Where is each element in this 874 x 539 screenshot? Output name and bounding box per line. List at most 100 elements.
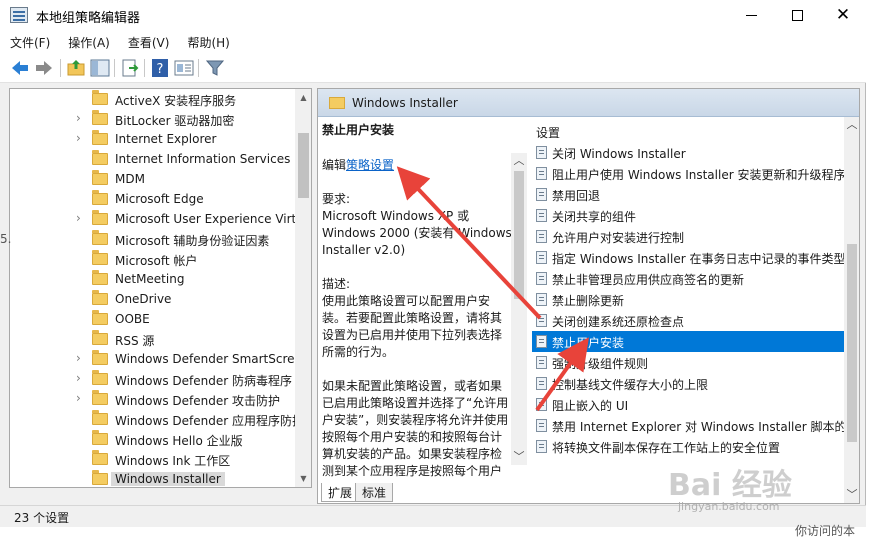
tree-item-label: Windows Installer (111, 472, 225, 486)
up-folder-icon[interactable] (66, 58, 86, 78)
setting-row[interactable]: 指定 Windows Installer 在事务日志中记录的事件类型 (532, 247, 845, 268)
title-bar[interactable]: 本地组策略编辑器 ✕ (0, 0, 866, 31)
tree-item[interactable]: Internet Information Services (10, 149, 300, 169)
folder-icon (92, 310, 108, 325)
tree-item[interactable]: Microsoft 辅助身份验证因素 (10, 229, 300, 249)
setting-row[interactable]: 关闭 Windows Installer (532, 142, 844, 163)
setting-row[interactable]: 禁止非管理员应用供应商签名的更新 (532, 268, 844, 289)
watermark-url: jingyan.baidu.com (678, 500, 780, 513)
tree-scrollbar[interactable]: ▲ ▼ (295, 89, 311, 487)
chevron-right-icon[interactable]: › (76, 351, 81, 365)
folder-icon (92, 90, 108, 105)
tree-item[interactable]: › Microsoft User Experience Virt (10, 209, 300, 229)
policy-setting-icon (536, 230, 547, 243)
policy-setting-icon (536, 314, 547, 327)
setting-row[interactable]: 禁用 Internet Explorer 对 Windows Installer… (532, 415, 859, 436)
scroll-up-icon[interactable]: ︿ (511, 153, 527, 169)
setting-row[interactable]: 强制升级组件规则 (532, 352, 844, 373)
menu-view[interactable]: 查看(V) (118, 31, 178, 53)
scroll-thumb[interactable] (514, 171, 524, 299)
settings-column-header[interactable]: 设置 (536, 124, 560, 141)
setting-row[interactable]: 关闭创建系统还原检查点 (532, 310, 844, 331)
chevron-right-icon[interactable]: › (76, 391, 81, 405)
tree-item[interactable]: Microsoft 帐户 (10, 249, 300, 269)
tree-item[interactable]: Windows Installer (10, 469, 300, 487)
policy-description: 禁止用户安装 编辑策略设置 要求: Microsoft Windows XP 或… (322, 122, 512, 482)
setting-row[interactable]: 阻止用户使用 Windows Installer 安装更新和升级程序 (532, 163, 845, 184)
tree-item[interactable]: Windows Hello 企业版 (10, 429, 300, 449)
tree-item-label: OneDrive (115, 292, 172, 306)
tree-item[interactable]: › Windows Defender 防病毒程序 (10, 369, 300, 389)
tree-item-label: BitLocker 驱动器加密 (115, 114, 235, 128)
policy-title: 禁止用户安装 (322, 123, 395, 137)
tree-item[interactable]: › Windows Defender 攻击防护 (10, 389, 300, 409)
back-arrow-icon[interactable] (10, 58, 30, 78)
tree-item[interactable]: RSS 源 (10, 329, 300, 349)
tab-extended[interactable]: 扩展 (321, 483, 360, 502)
scroll-thumb[interactable] (298, 133, 309, 198)
tree-item[interactable]: OOBE (10, 309, 300, 329)
setting-row[interactable]: 将转换文件副本保存在工作站上的安全位置 (532, 436, 844, 457)
tab-standard[interactable]: 标准 (355, 483, 394, 502)
forward-arrow-icon[interactable] (34, 58, 54, 78)
tree-item[interactable]: › Internet Explorer (10, 129, 300, 149)
minimize-button[interactable] (728, 0, 774, 31)
folder-icon (92, 350, 108, 365)
setting-row[interactable]: 允许用户对安装进行控制 (532, 226, 844, 247)
show-hide-tree-icon[interactable] (90, 58, 110, 78)
menu-help[interactable]: 帮助(H) (177, 31, 237, 53)
tree-item[interactable]: MDM (10, 169, 300, 189)
close-button[interactable]: ✕ (820, 0, 866, 31)
toolbar-separator (114, 59, 115, 77)
minimize-icon (745, 15, 757, 16)
tree-item[interactable]: › BitLocker 驱动器加密 (10, 109, 300, 129)
setting-row[interactable]: 控制基线文件缓存大小的上限 (532, 373, 844, 394)
menu-file[interactable]: 文件(F) (0, 31, 58, 53)
details-pane: Windows Installer 禁止用户安装 编辑策略设置 要求: Micr… (317, 88, 860, 504)
chevron-right-icon[interactable]: › (76, 131, 81, 145)
setting-label: 禁止删除更新 (552, 294, 625, 308)
toolbar-separator (144, 59, 145, 77)
requirements-text: Microsoft Windows XP 或 Windows 2000 (安装有… (322, 209, 512, 257)
folder-icon (92, 270, 108, 285)
menu-action[interactable]: 操作(A) (58, 31, 118, 53)
help-icon[interactable]: ? (150, 58, 170, 78)
tree-item[interactable]: OneDrive (10, 289, 300, 309)
tree-item[interactable]: Microsoft Edge (10, 189, 300, 209)
scroll-up-icon[interactable]: ︿ (844, 117, 859, 133)
tree-item[interactable]: ActiveX 安装程序服务 (10, 89, 300, 109)
policy-setting-icon (536, 188, 547, 201)
setting-row[interactable]: 禁止用户安装 (532, 331, 844, 352)
setting-row[interactable]: 禁止删除更新 (532, 289, 844, 310)
chevron-right-icon[interactable]: › (76, 111, 81, 125)
setting-row[interactable]: 禁用回退 (532, 184, 844, 205)
policy-setting-icon (536, 209, 547, 222)
maximize-button[interactable] (774, 0, 820, 31)
watermark: Bai 经验 jingyan.baidu.com (668, 460, 868, 530)
edit-policy-link[interactable]: 策略设置 (346, 158, 394, 172)
scroll-down-icon[interactable]: ﹀ (511, 449, 527, 465)
filter-icon[interactable] (205, 58, 225, 78)
scroll-thumb[interactable] (847, 244, 857, 442)
policy-tree[interactable]: ActiveX 安装程序服务 › BitLocker 驱动器加密 › Internet … (9, 88, 312, 488)
scroll-up-icon[interactable]: ▲ (295, 89, 311, 106)
tree-item[interactable]: NetMeeting (10, 269, 300, 289)
setting-label: 禁用 Internet Explorer 对 Windows Installer… (552, 420, 859, 434)
chevron-right-icon[interactable]: › (76, 371, 81, 385)
settings-scrollbar[interactable]: ︿ ﹀ (844, 117, 859, 503)
export-list-icon[interactable] (120, 58, 140, 78)
folder-icon (92, 430, 108, 445)
policy-setting-icon (536, 398, 547, 411)
folder-icon (92, 190, 108, 205)
setting-label: 关闭共享的组件 (552, 210, 637, 224)
tree-item[interactable]: Windows Defender 应用程序防护 (10, 409, 304, 429)
tree-item[interactable]: › Windows Defender SmartScree (10, 349, 302, 369)
chevron-right-icon[interactable]: › (76, 211, 81, 225)
scroll-down-icon[interactable]: ▼ (295, 470, 311, 487)
description-scrollbar[interactable]: ︿ ﹀ (511, 153, 527, 465)
policy-setting-icon (536, 356, 547, 369)
tree-item[interactable]: Windows Ink 工作区 (10, 449, 300, 469)
setting-row[interactable]: 阻止嵌入的 UI (532, 394, 844, 415)
extended-view-icon[interactable] (174, 58, 194, 78)
setting-row[interactable]: 关闭共享的组件 (532, 205, 844, 226)
